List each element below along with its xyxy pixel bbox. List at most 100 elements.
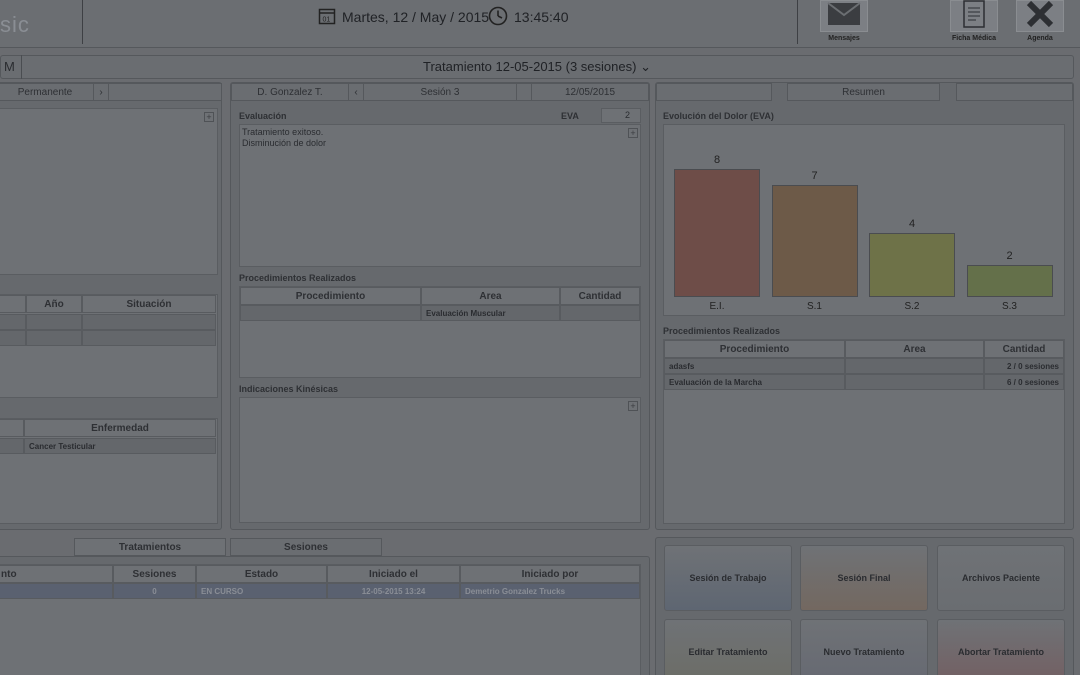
tab-permanente[interactable]: Permanente: [0, 83, 94, 101]
table-header-sessions: Sesiones: [113, 565, 196, 583]
evaluation-label: Evaluación: [239, 111, 287, 121]
edit-treatment-button[interactable]: Editar Tratamiento: [664, 619, 792, 675]
chevron-left-icon: ‹: [354, 86, 358, 98]
chart-value-label: 7: [811, 170, 818, 182]
document-icon: [963, 0, 985, 33]
table-cell[interactable]: [845, 374, 984, 390]
professional-tab[interactable]: D. Gonzalez T.: [231, 83, 349, 101]
medical-record-label: Ficha Médica: [952, 35, 996, 42]
chart-bar: [869, 233, 955, 297]
left-notes-area[interactable]: [0, 108, 218, 275]
chevron-right-icon: ›: [99, 86, 103, 98]
table-header: [0, 419, 24, 437]
tab-treatments[interactable]: Tratamientos: [74, 538, 226, 556]
treatment-title[interactable]: Tratamiento 12-05-2015 (3 sesiones) ⌄: [0, 59, 1074, 75]
chart-value-label: 4: [908, 218, 916, 230]
table-header: nto: [0, 565, 113, 583]
final-session-button[interactable]: Sesión Final: [800, 545, 928, 611]
chart-value-label: 8: [713, 154, 721, 166]
eva-label: EVA: [561, 111, 579, 121]
table-header-status: Estado: [196, 565, 327, 583]
abort-treatment-button[interactable]: Abortar Tratamiento: [937, 619, 1065, 675]
add-icon[interactable]: +: [628, 128, 638, 138]
table-row-cell[interactable]: 12-05-2015 13:24: [327, 583, 460, 599]
envelope-icon: [827, 1, 861, 31]
clock-icon: [488, 6, 508, 29]
table-header-started-by: Iniciado por: [460, 565, 640, 583]
table-header-status: Situación: [82, 295, 216, 313]
table-header-disease: Enfermedad: [24, 419, 216, 437]
new-treatment-button[interactable]: Nuevo Tratamiento: [800, 619, 928, 675]
table-row-cell[interactable]: 0: [113, 583, 196, 599]
add-icon[interactable]: +: [204, 112, 214, 122]
agenda-label: Agenda: [1027, 35, 1053, 42]
tab-sessions[interactable]: Sesiones: [230, 538, 382, 556]
indications-label: Indicaciones Kinésicas: [239, 384, 339, 394]
svg-text:01: 01: [323, 16, 331, 23]
eva-input[interactable]: 2: [601, 108, 641, 123]
table-cell: [0, 438, 24, 454]
procedures-label: Procedimientos Realizados: [239, 273, 357, 283]
prev-session-button[interactable]: ‹: [348, 83, 364, 101]
table-cell[interactable]: [845, 358, 984, 374]
table-cell[interactable]: Evaluación de la Marcha: [664, 374, 845, 390]
table-header-procedure: Procedimiento: [240, 287, 421, 305]
next-arrow-button[interactable]: ›: [93, 83, 109, 101]
chevron-down-icon: ⌄: [640, 59, 651, 74]
chart-bar: [966, 265, 1053, 297]
table-header-area: Area: [845, 340, 984, 358]
table-header-started-on: Iniciado el: [327, 565, 460, 583]
chart-title: Evolución del Dolor (EVA): [663, 111, 774, 121]
divider: [797, 0, 798, 44]
divider: [82, 0, 83, 44]
table-row-cell[interactable]: EN CURSO: [196, 583, 327, 599]
work-session-button[interactable]: Sesión de Trabajo: [664, 545, 792, 611]
chart-bar: [674, 169, 760, 297]
table-cell-disease: Cancer Testicular: [24, 438, 216, 454]
chart-category-label: S.1: [806, 301, 822, 312]
table-header-procedure: Procedimiento: [664, 340, 845, 358]
patient-files-button[interactable]: Archivos Paciente: [937, 545, 1065, 611]
table-cell: [26, 314, 82, 330]
session-date-tab[interactable]: 12/05/2015: [531, 83, 649, 101]
table-cell: [0, 330, 26, 346]
next-session-button[interactable]: [516, 83, 532, 101]
messages-button[interactable]: [820, 0, 868, 32]
evaluation-text-line2: Disminución de dolor: [242, 138, 327, 148]
table-header: [0, 295, 26, 313]
date-text: Martes, 12 / May / 2015: [342, 9, 490, 25]
table-header-year: Año: [26, 295, 82, 313]
time-text: 13:45:40: [514, 9, 569, 25]
table-cell[interactable]: [240, 305, 421, 321]
table-cell: [0, 314, 26, 330]
messages-label: Mensajes: [828, 35, 860, 42]
table-cell[interactable]: Evaluación Muscular: [421, 305, 560, 321]
table-cell[interactable]: 6 / 0 sesiones: [984, 374, 1064, 390]
table-cell[interactable]: adasfs: [664, 358, 845, 374]
current-date: 01 Martes, 12 / May / 2015: [318, 6, 489, 28]
chart-category-label: S.2: [904, 301, 920, 312]
medical-record-button[interactable]: [950, 0, 998, 32]
agenda-button[interactable]: [1016, 0, 1064, 32]
table-row-cell[interactable]: Demetrio Gonzalez Trucks: [460, 583, 640, 599]
table-cell: [82, 330, 216, 346]
table-cell[interactable]: [560, 305, 640, 321]
table-cell[interactable]: 2 / 0 sesiones: [984, 358, 1064, 374]
pain-chart: 8 E.I. 7 S.1 4 S.2 2 S.3: [663, 124, 1065, 316]
app-logo: sic: [0, 12, 30, 37]
tab-blank[interactable]: [956, 83, 1073, 101]
tab-blank[interactable]: [656, 83, 772, 101]
table-header-quantity: Cantidad: [560, 287, 640, 305]
indications-textarea[interactable]: [239, 397, 641, 523]
tab-blank[interactable]: [108, 83, 222, 101]
table-cell: [82, 314, 216, 330]
treatment-title-text: Tratamiento 12-05-2015 (3 sesiones): [423, 59, 637, 74]
chart-category-label: S.3: [1001, 301, 1017, 312]
tab-summary[interactable]: Resumen: [787, 83, 940, 101]
table-row-cell[interactable]: [0, 583, 113, 599]
add-icon[interactable]: +: [628, 401, 638, 411]
calendar-icon: 01: [318, 7, 336, 28]
evaluation-text-line1: Tratamiento exitoso.: [242, 127, 324, 137]
session-tab[interactable]: Sesión 3: [363, 83, 517, 101]
current-time: 13:45:40: [488, 6, 569, 28]
